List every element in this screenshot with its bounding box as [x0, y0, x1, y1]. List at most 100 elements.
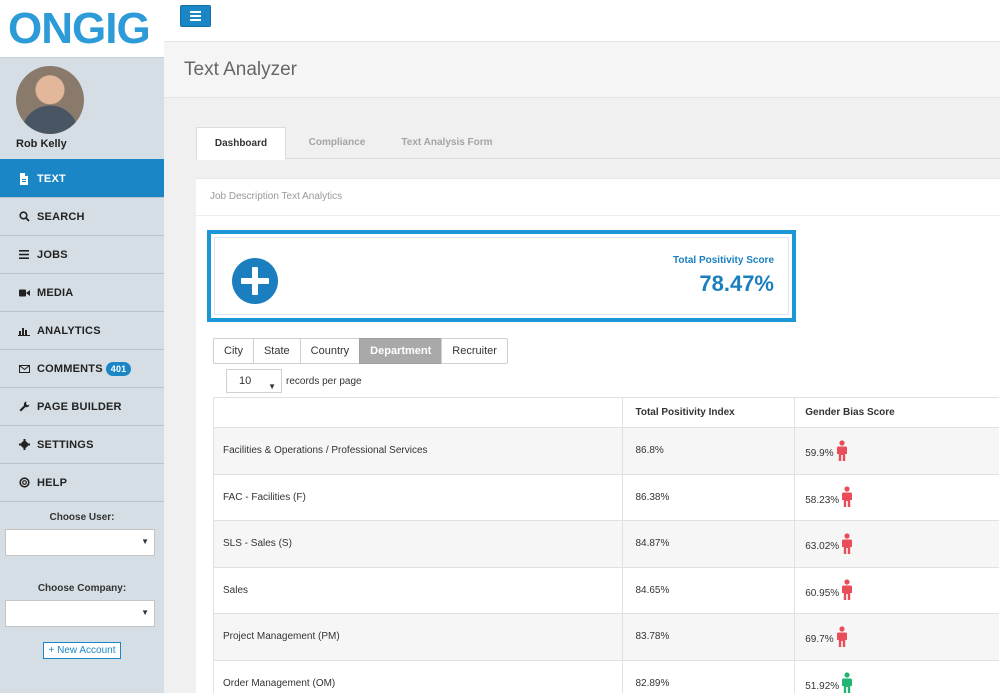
person-icon: [842, 579, 853, 601]
search-icon: [17, 211, 31, 222]
column-header-name[interactable]: [214, 398, 624, 427]
sidebar-item-comments[interactable]: COMMENTS 401: [0, 349, 164, 387]
department-name-cell: SLS - Sales (S): [214, 521, 624, 567]
gender-bias-value: 51.92%: [805, 680, 840, 692]
person-icon: [842, 486, 853, 508]
analytics-panel: Job Description Text Analytics Total Pos…: [196, 178, 1000, 693]
sidebar-item-label: COMMENTS: [37, 362, 103, 375]
choose-company-label: Choose Company:: [37, 583, 127, 594]
sidebar-item-page-builder[interactable]: PAGE BUILDER: [0, 387, 164, 425]
tab-bar: Dashboard Compliance Text Analysis Form: [196, 127, 1000, 160]
gender-bias-value: 59.9%: [805, 448, 834, 460]
gender-bias-value: 60.95%: [805, 587, 840, 599]
sidebar-item-settings[interactable]: SETTINGS: [0, 425, 164, 463]
filter-department-button[interactable]: Department: [359, 338, 443, 364]
department-name-cell: Facilities & Operations / Professional S…: [214, 428, 624, 474]
list-icon: [17, 250, 31, 259]
table-row: Project Management (PM) 83.78% 69.7%: [214, 614, 999, 661]
department-name-cell: Order Management (OM): [214, 660, 624, 693]
logo-area: ONGIG: [0, 0, 164, 58]
gender-bias-cell: 58.23%: [795, 475, 999, 521]
table-header-row: Total Positivity Index Gender Bias Score: [214, 397, 999, 428]
person-icon: [842, 533, 853, 554]
sidebar-item-label: TEXT: [37, 172, 66, 185]
gender-bias-value: 69.7%: [805, 634, 834, 646]
life-ring-icon: [17, 477, 31, 488]
envelope-icon: [17, 364, 31, 373]
positivity-index-cell: 82.89%: [623, 660, 796, 693]
top-bar: [164, 0, 1000, 42]
choose-company-select[interactable]: ▼: [5, 600, 155, 627]
username: Rob Kelly: [16, 138, 67, 150]
wrench-icon: [17, 401, 31, 412]
choose-user-label: Choose User:: [49, 512, 115, 523]
panel-heading: Job Description Text Analytics: [196, 179, 1000, 216]
sidebar-item-text[interactable]: TEXT: [0, 159, 164, 197]
chevron-down-icon: ▼: [141, 608, 149, 617]
person-icon: [836, 440, 847, 461]
positivity-index-cell: 84.65%: [623, 567, 796, 613]
gender-bias-cell: 51.92%: [795, 661, 999, 693]
sidebar-item-label: SEARCH: [37, 210, 85, 223]
hamburger-menu-icon[interactable]: [180, 5, 211, 27]
records-per-page-select[interactable]: 10 ▼: [226, 369, 282, 393]
user-profile: Rob Kelly: [0, 58, 164, 159]
gender-bias-cell: 63.02%: [795, 521, 999, 567]
filter-state-button[interactable]: State: [252, 338, 301, 364]
records-per-page: 10 ▼ records per page: [226, 369, 362, 393]
department-table: Total Positivity Index Gender Bias Score…: [213, 397, 999, 693]
new-account-button[interactable]: + New Account: [43, 642, 121, 659]
document-icon: [17, 172, 31, 185]
sidebar-item-label: PAGE BUILDER: [37, 400, 122, 413]
table-row: SLS - Sales (S) 84.87% 63.02%: [214, 521, 999, 568]
filter-recruiter-button[interactable]: Recruiter: [441, 338, 508, 364]
choose-user-select[interactable]: ▼: [5, 529, 155, 556]
nav-divider: [0, 501, 164, 502]
tab-compliance[interactable]: Compliance: [292, 127, 382, 159]
score-card-inner: Total Positivity Score 78.47%: [214, 237, 789, 315]
column-header-gender-bias[interactable]: Gender Bias Score: [795, 398, 999, 427]
department-name-cell: FAC - Facilities (F): [214, 474, 624, 520]
gender-bias-value: 58.23%: [805, 494, 840, 506]
gender-bias-cell: 59.9%: [795, 428, 999, 474]
table-body: Facilities & Operations / Professional S…: [214, 428, 999, 693]
person-icon: [836, 626, 847, 647]
page-title: Text Analyzer: [184, 59, 297, 80]
video-camera-icon: [17, 289, 31, 297]
gender-bias-value: 63.02%: [805, 541, 840, 553]
ongig-logo[interactable]: ONGIG: [8, 6, 151, 51]
filter-city-button[interactable]: City: [213, 338, 254, 364]
column-header-positivity[interactable]: Total Positivity Index: [623, 398, 796, 427]
tab-text-analysis-form[interactable]: Text Analysis Form: [391, 127, 503, 159]
sidebar-item-help[interactable]: HELP: [0, 463, 164, 501]
gender-bias-cell: 60.95%: [795, 568, 999, 614]
score-value: 78.47%: [699, 271, 774, 296]
sidebar-item-analytics[interactable]: ANALYTICS: [0, 311, 164, 349]
person-icon: [842, 672, 853, 693]
chevron-down-icon: ▼: [141, 537, 149, 546]
sidebar-item-label: ANALYTICS: [37, 324, 101, 337]
records-per-page-value: 10: [239, 375, 252, 387]
sidebar-item-media[interactable]: MEDIA: [0, 273, 164, 311]
score-label: Total Positivity Score: [673, 255, 774, 266]
table-row: FAC - Facilities (F) 86.38% 58.23%: [214, 474, 999, 521]
sidebar-item-label: SETTINGS: [37, 438, 94, 451]
positivity-index-cell: 86.8%: [623, 428, 796, 474]
sidebar-item-label: MEDIA: [37, 286, 74, 299]
positivity-index-cell: 83.78%: [623, 614, 796, 660]
sidebar-item-label: HELP: [37, 476, 68, 489]
filter-button-group: City State Country Department Recruiter: [213, 338, 508, 364]
sidebar-item-jobs[interactable]: JOBS: [0, 235, 164, 273]
gender-bias-cell: 69.7%: [795, 614, 999, 660]
bar-chart-icon: [17, 326, 31, 336]
chevron-down-icon: ▼: [268, 382, 276, 391]
filter-country-button[interactable]: Country: [299, 338, 361, 364]
department-name-cell: Sales: [214, 567, 624, 613]
page-header: Text Analyzer: [164, 42, 1000, 98]
table-row: Sales 84.65% 60.95%: [214, 567, 999, 614]
avatar[interactable]: [16, 66, 84, 134]
sidebar-item-label: JOBS: [37, 248, 68, 261]
positivity-index-cell: 84.87%: [623, 521, 796, 567]
sidebar-item-search[interactable]: SEARCH: [0, 197, 164, 235]
tab-dashboard[interactable]: Dashboard: [196, 127, 286, 160]
